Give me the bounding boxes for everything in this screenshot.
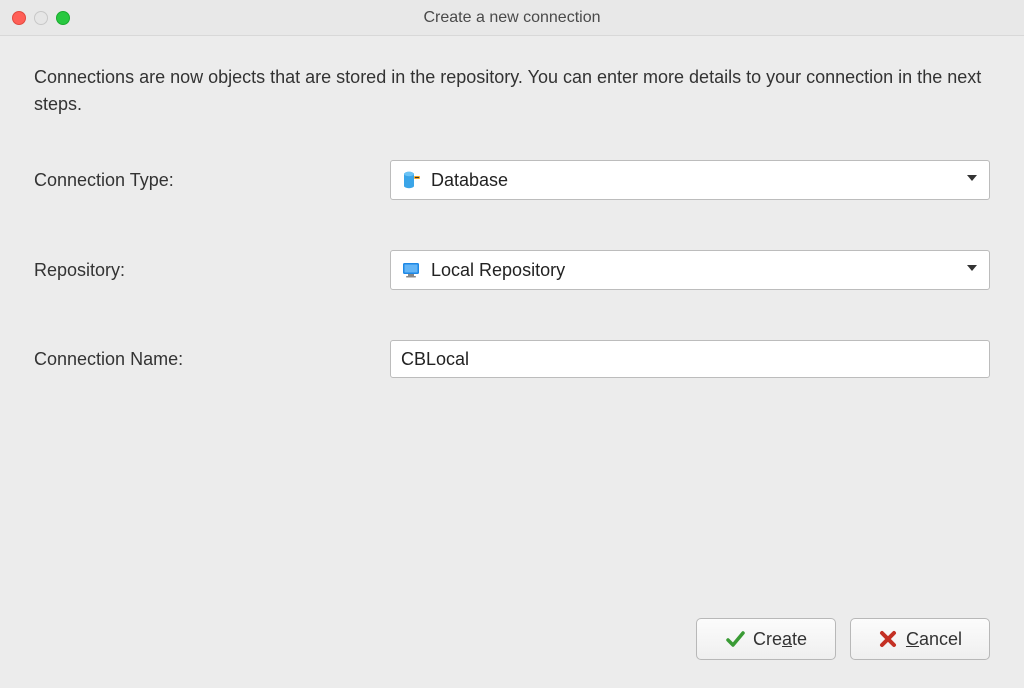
minimize-window-button[interactable] [34,11,48,25]
dialog-content: Connections are now objects that are sto… [0,36,1024,688]
check-icon [725,629,745,649]
traffic-lights [12,11,70,25]
connection-type-row: Connection Type: [34,160,990,200]
connection-type-value: Database [431,170,965,191]
connection-type-label: Connection Type: [34,170,390,191]
cancel-button[interactable]: Cancel [850,618,990,660]
repository-row: Repository: Local Repository [34,250,990,290]
maximize-window-button[interactable] [56,11,70,25]
window-title: Create a new connection [424,9,601,27]
connection-name-row: Connection Name: [34,340,990,378]
chevron-down-icon [965,171,979,190]
repository-label: Repository: [34,260,390,281]
create-button-label: Create [753,629,807,650]
create-connection-window: Create a new connection Connections are … [0,0,1024,688]
close-window-button[interactable] [12,11,26,25]
dialog-description: Connections are now objects that are sto… [34,64,990,118]
x-icon [878,629,898,649]
titlebar: Create a new connection [0,0,1024,36]
repository-value: Local Repository [431,260,965,281]
cancel-button-label: Cancel [906,629,962,650]
repository-select[interactable]: Local Repository [390,250,990,290]
connection-type-select[interactable]: Database [390,160,990,200]
monitor-icon [401,260,421,280]
dialog-buttons: Create Cancel [34,608,990,670]
chevron-down-icon [965,261,979,280]
connection-name-label: Connection Name: [34,349,390,370]
create-button[interactable]: Create [696,618,836,660]
connection-form: Connection Type: [34,160,990,378]
connection-name-input[interactable] [390,340,990,378]
database-icon [401,170,421,190]
